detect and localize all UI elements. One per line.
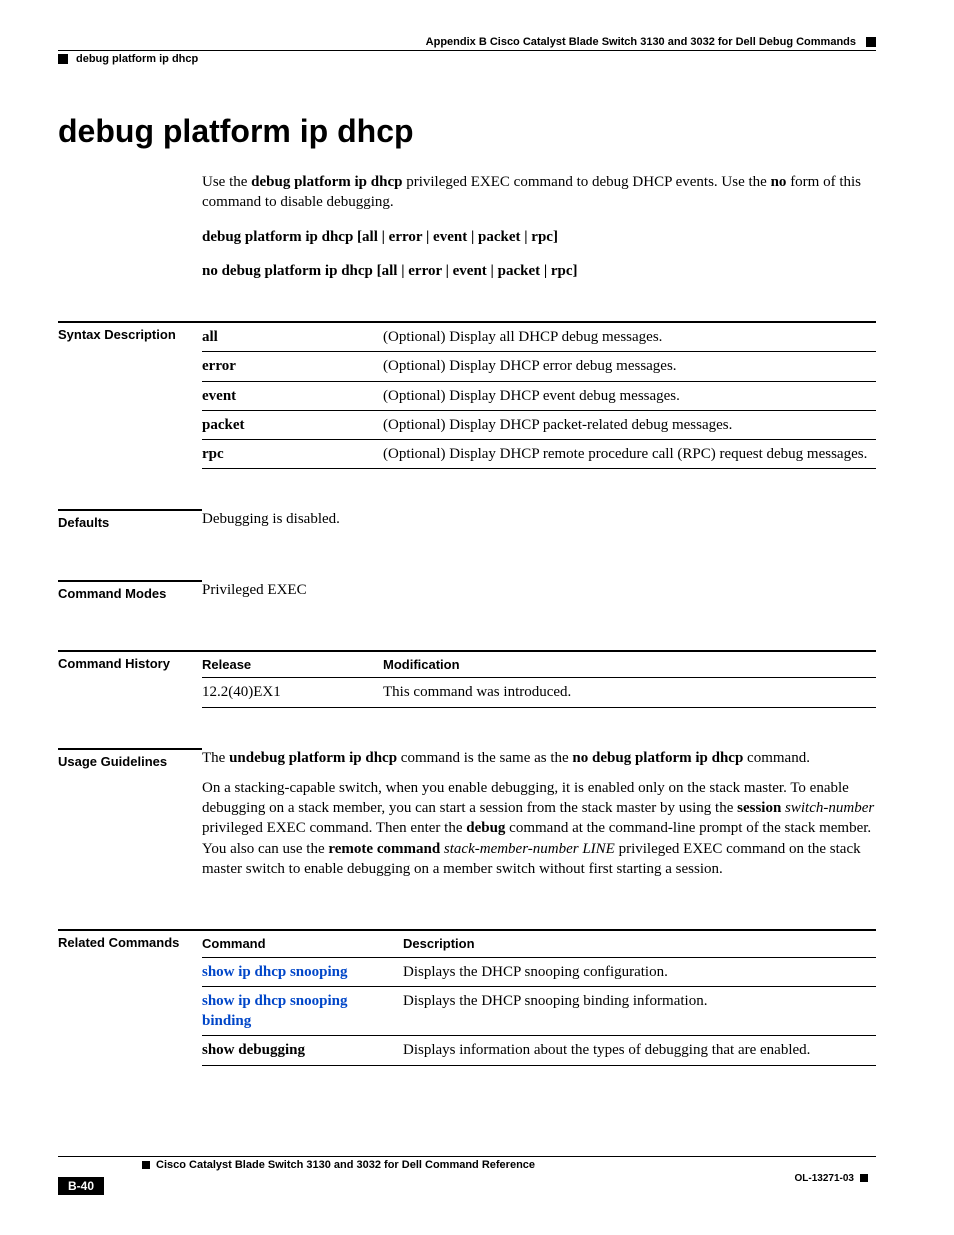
syntax-keyword: error [202, 352, 383, 381]
table-row: show ip dhcp snooping Displays the DHCP s… [202, 957, 876, 986]
table-row: 12.2(40)EX1This command was introduced. [202, 678, 876, 707]
syntax-line-1: debug platform ip dhcp [all | error | ev… [202, 227, 876, 247]
command-link[interactable]: show ip dhcp snooping [202, 964, 348, 980]
history-table: Release Modification 12.2(40)EX1This com… [202, 650, 876, 708]
table-row: all(Optional) Display all DHCP debug mes… [202, 322, 876, 352]
usage-p1: The undebug platform ip dhcp command is … [202, 748, 876, 768]
breadcrumb: debug platform ip dhcp [58, 53, 876, 65]
footer-doc-id: OL-13271-03 [795, 1173, 868, 1184]
history-modification: This command was introduced. [383, 678, 876, 707]
related-description: Displays the DHCP snooping binding infor… [403, 986, 876, 1036]
page-number: B-40 [58, 1177, 104, 1195]
related-command[interactable]: show ip dhcp snooping binding [202, 986, 403, 1036]
related-header-command: Command [202, 930, 403, 957]
intro-block: Use the debug platform ip dhcp privilege… [202, 172, 876, 281]
table-row: error(Optional) Display DHCP error debug… [202, 352, 876, 381]
command-link[interactable]: show ip dhcp snooping binding [202, 993, 348, 1029]
section-command-modes: Command Modes Privileged EXEC [58, 580, 876, 610]
section-usage-guidelines: Usage Guidelines The undebug platform ip… [58, 748, 876, 890]
table-row: event(Optional) Display DHCP event debug… [202, 381, 876, 410]
page-title: debug platform ip dhcp [58, 113, 876, 150]
footer-rule [58, 1156, 876, 1157]
usage-body: The undebug platform ip dhcp command is … [202, 748, 876, 890]
footer-start-bar-icon [142, 1161, 150, 1169]
related-command: show debugging [202, 1036, 403, 1065]
syntax-description: (Optional) Display DHCP event debug mess… [383, 381, 876, 410]
breadcrumb-text: debug platform ip dhcp [76, 53, 198, 65]
footer-end-bar-icon [860, 1174, 868, 1182]
header-appendix: Appendix B Cisco Catalyst Blade Switch 3… [426, 36, 856, 48]
defaults-text: Debugging is disabled. [202, 509, 876, 529]
page: Appendix B Cisco Catalyst Blade Switch 3… [0, 0, 954, 1235]
syntax-table: all(Optional) Display all DHCP debug mes… [202, 321, 876, 469]
header-rule [58, 50, 876, 51]
header-end-bar [866, 37, 876, 47]
usage-p2: On a stacking-capable switch, when you e… [202, 778, 876, 879]
section-label: Syntax Description [58, 321, 202, 469]
syntax-description: (Optional) Display all DHCP debug messag… [383, 322, 876, 352]
section-related-commands: Related Commands Command Description sho… [58, 929, 876, 1066]
syntax-description: (Optional) Display DHCP error debug mess… [383, 352, 876, 381]
related-description: Displays the DHCP snooping configuration… [403, 957, 876, 986]
syntax-keyword: rpc [202, 440, 383, 469]
section-defaults: Defaults Debugging is disabled. [58, 509, 876, 539]
syntax-description: (Optional) Display DHCP remote procedure… [383, 440, 876, 469]
section-label: Command History [58, 650, 202, 708]
footer: Cisco Catalyst Blade Switch 3130 and 303… [58, 1159, 876, 1195]
section-label: Usage Guidelines [58, 748, 202, 890]
modes-text: Privileged EXEC [202, 580, 876, 600]
section-label: Command Modes [58, 580, 202, 610]
history-header-release: Release [202, 651, 383, 678]
syntax-line-2: no debug platform ip dhcp [all | error |… [202, 261, 876, 281]
table-row: rpc(Optional) Display DHCP remote proced… [202, 440, 876, 469]
syntax-keyword: all [202, 322, 383, 352]
section-command-history: Command History Release Modification 12.… [58, 650, 876, 708]
related-description: Displays information about the types of … [403, 1036, 876, 1065]
section-syntax-description: Syntax Description all(Optional) Display… [58, 321, 876, 469]
footer-title: Cisco Catalyst Blade Switch 3130 and 303… [142, 1159, 535, 1171]
related-command[interactable]: show ip dhcp snooping [202, 957, 403, 986]
related-header-description: Description [403, 930, 876, 957]
syntax-description: (Optional) Display DHCP packet-related d… [383, 410, 876, 439]
history-header-modification: Modification [383, 651, 876, 678]
breadcrumb-box-icon [58, 54, 68, 64]
section-label: Defaults [58, 509, 202, 539]
syntax-keyword: packet [202, 410, 383, 439]
related-table: Command Description show ip dhcp snoopin… [202, 929, 876, 1066]
intro-paragraph: Use the debug platform ip dhcp privilege… [202, 172, 876, 213]
section-label: Related Commands [58, 929, 202, 1066]
header-line: Appendix B Cisco Catalyst Blade Switch 3… [58, 36, 876, 48]
table-row: show debuggingDisplays information about… [202, 1036, 876, 1065]
table-row: packet(Optional) Display DHCP packet-rel… [202, 410, 876, 439]
syntax-keyword: event [202, 381, 383, 410]
table-row: show ip dhcp snooping binding Displays th… [202, 986, 876, 1036]
history-release: 12.2(40)EX1 [202, 678, 383, 707]
